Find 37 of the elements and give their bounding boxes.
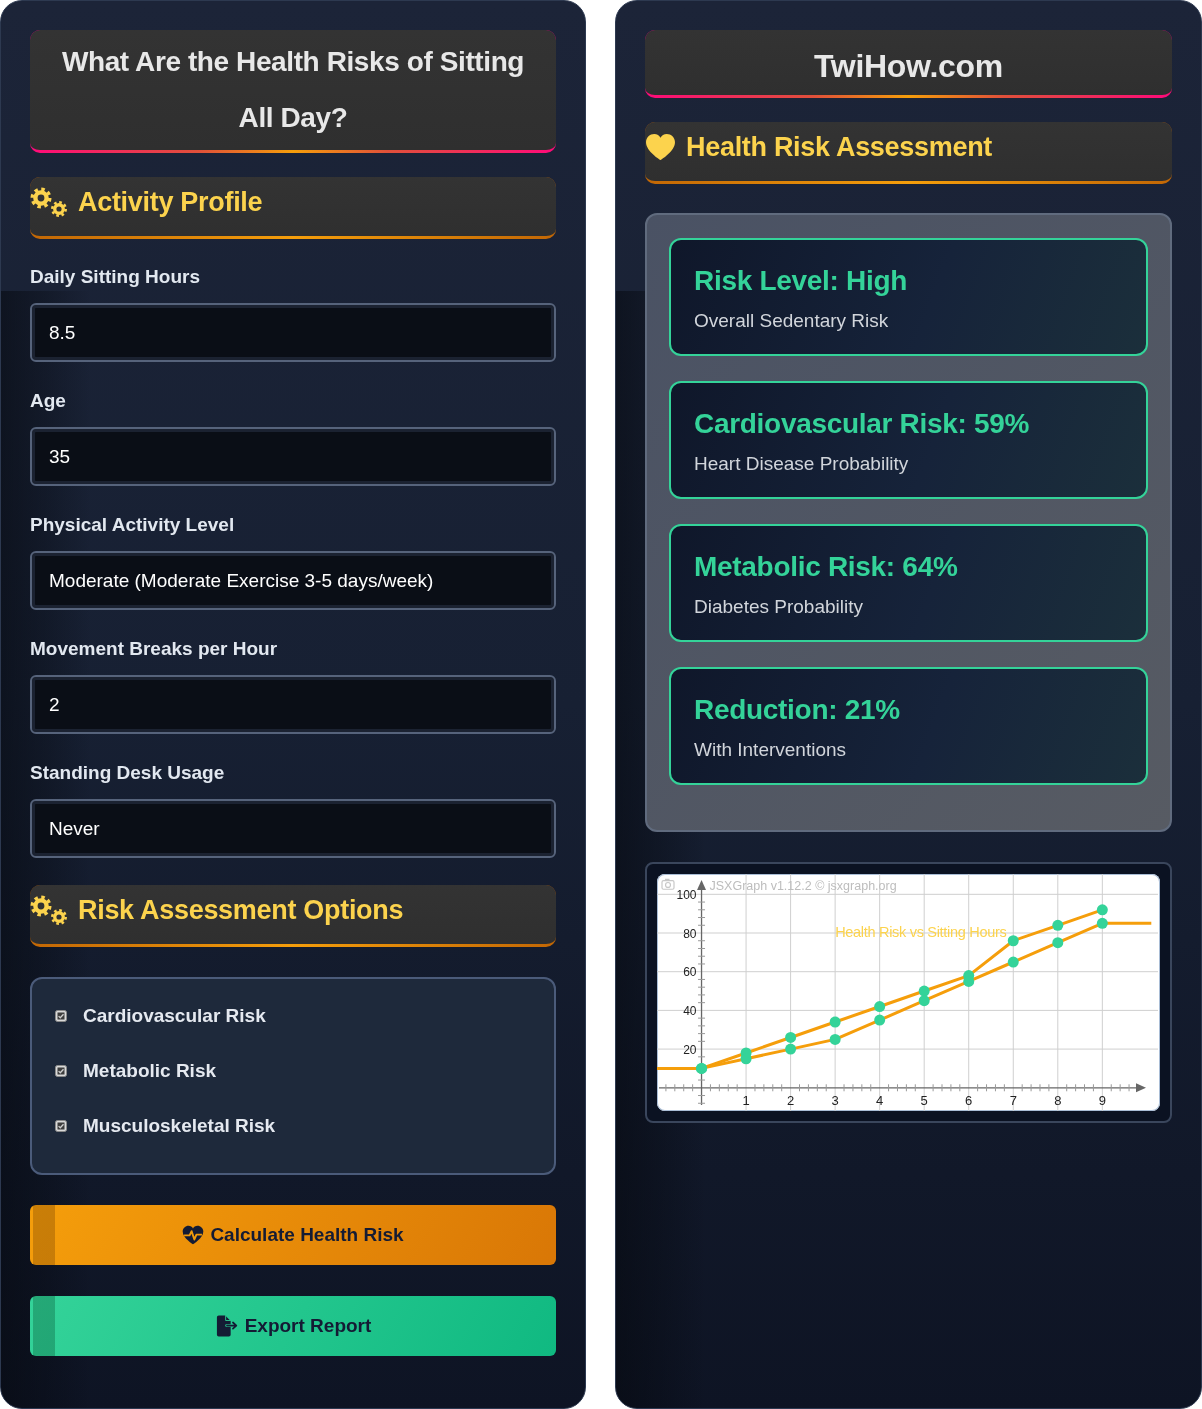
y-tick-label: 80: [683, 926, 697, 941]
field-label: Age: [30, 389, 67, 412]
result-subtitle: With Interventions: [694, 738, 848, 762]
result-title: Risk Level: High: [694, 264, 909, 298]
x-tick-label: 6: [965, 1092, 973, 1108]
section-title: Activity Profile: [78, 186, 263, 219]
section-title: Health Risk Assessment: [686, 131, 993, 164]
y-tick-label: 100: [676, 887, 697, 902]
y-tick-label: 20: [683, 1042, 697, 1057]
chart-credit: JSXGraph v1.12.2 © jsxgraph.org: [709, 879, 897, 893]
field-label: Daily Sitting Hours: [30, 265, 201, 288]
brand-title: TwiHow.com: [813, 47, 1004, 86]
x-tick-label: 8: [1054, 1092, 1062, 1108]
y-tick-label: 60: [683, 965, 697, 980]
result-subtitle: Overall Sedentary Risk: [694, 309, 890, 333]
page-title: What Are the Health Risks of Sitting All Day?: [60, 45, 526, 135]
checkbox-label: Cardiovascular Risk: [83, 1004, 266, 1028]
checkbox-label: Musculoskeletal Risk: [83, 1114, 276, 1138]
x-tick-label: 7: [1009, 1092, 1017, 1108]
result-title: Reduction: 21%: [694, 693, 901, 727]
x-tick-label: 4: [876, 1092, 884, 1108]
x-tick-label: 2: [787, 1092, 795, 1108]
result-subtitle: Heart Disease Probability: [694, 452, 910, 476]
field-label: Movement Breaks per Hour: [30, 637, 279, 660]
x-tick-label: 1: [742, 1092, 750, 1108]
x-tick-label: 3: [831, 1092, 839, 1108]
x-tick-label: 5: [920, 1092, 928, 1108]
section-title: Risk Assessment Options: [78, 894, 404, 927]
chart-title: Health Risk vs Sitting Hours: [835, 924, 1007, 940]
checkbox-label: Metabolic Risk: [83, 1059, 217, 1083]
y-tick-label: 40: [683, 1003, 697, 1018]
field-label: Standing Desk Usage: [30, 761, 226, 784]
result-title: Cardiovascular Risk: 59%: [694, 407, 1031, 441]
result-subtitle: Diabetes Probability: [694, 595, 864, 619]
field-label: Physical Activity Level: [30, 513, 236, 536]
result-title: Metabolic Risk: 64%: [694, 550, 959, 584]
x-tick-label: 9: [1098, 1092, 1106, 1108]
